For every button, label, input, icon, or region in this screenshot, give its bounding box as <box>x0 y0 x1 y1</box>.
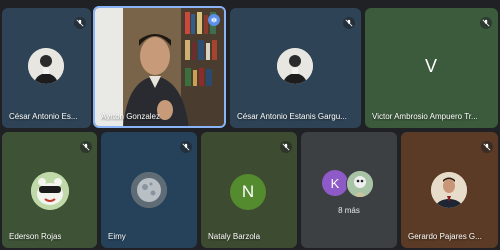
avatar-initial: N <box>230 174 266 210</box>
participant-tile[interactable]: V Victor Ambrosio Ampuero Tr... <box>365 8 498 128</box>
more-participants-tile[interactable]: K 8 más <box>301 132 397 248</box>
participant-tile[interactable]: Eimy <box>101 132 197 248</box>
participant-tile[interactable]: César Antonio Es... <box>2 8 91 128</box>
mic-off-icon <box>280 141 292 153</box>
mic-off-icon <box>343 17 355 29</box>
mic-off-icon <box>80 141 92 153</box>
participant-tile-active-speaker[interactable]: Ayrton Gonzalez <box>93 6 226 128</box>
avatar-initial: K <box>322 170 348 196</box>
participant-name: César Antonio Es... <box>9 112 78 121</box>
mic-off-icon <box>74 17 86 29</box>
participant-tile[interactable]: César Antonio Estanis Gargu... <box>230 8 361 128</box>
participant-name: Ayrton Gonzalez <box>101 112 160 121</box>
avatar <box>431 172 467 208</box>
avatar <box>346 170 374 198</box>
participant-name: Victor Ambrosio Ampuero Tr... <box>372 112 478 121</box>
avatar-initial: V <box>424 55 437 76</box>
avatar <box>31 172 69 210</box>
participant-tile[interactable]: Gerardo Pajares G... <box>401 132 498 248</box>
camera-feed <box>95 8 224 126</box>
more-participants-label: 8 más <box>338 206 360 215</box>
avatar <box>131 172 167 208</box>
participant-tile[interactable]: N Nataly Barzola <box>201 132 297 248</box>
speaking-indicator-icon <box>208 14 220 26</box>
participant-tile[interactable]: Ederson Rojas <box>2 132 97 248</box>
participant-name: Ederson Rojas <box>9 232 62 241</box>
mic-off-icon <box>481 141 493 153</box>
participant-name: César Antonio Estanis Gargu... <box>237 112 347 121</box>
participant-name: Eimy <box>108 232 126 241</box>
participant-name: Nataly Barzola <box>208 232 261 241</box>
mic-off-icon <box>180 141 192 153</box>
avatar <box>28 48 64 84</box>
mic-off-icon <box>480 17 492 29</box>
avatar <box>277 48 313 84</box>
participant-name: Gerardo Pajares G... <box>408 232 482 241</box>
